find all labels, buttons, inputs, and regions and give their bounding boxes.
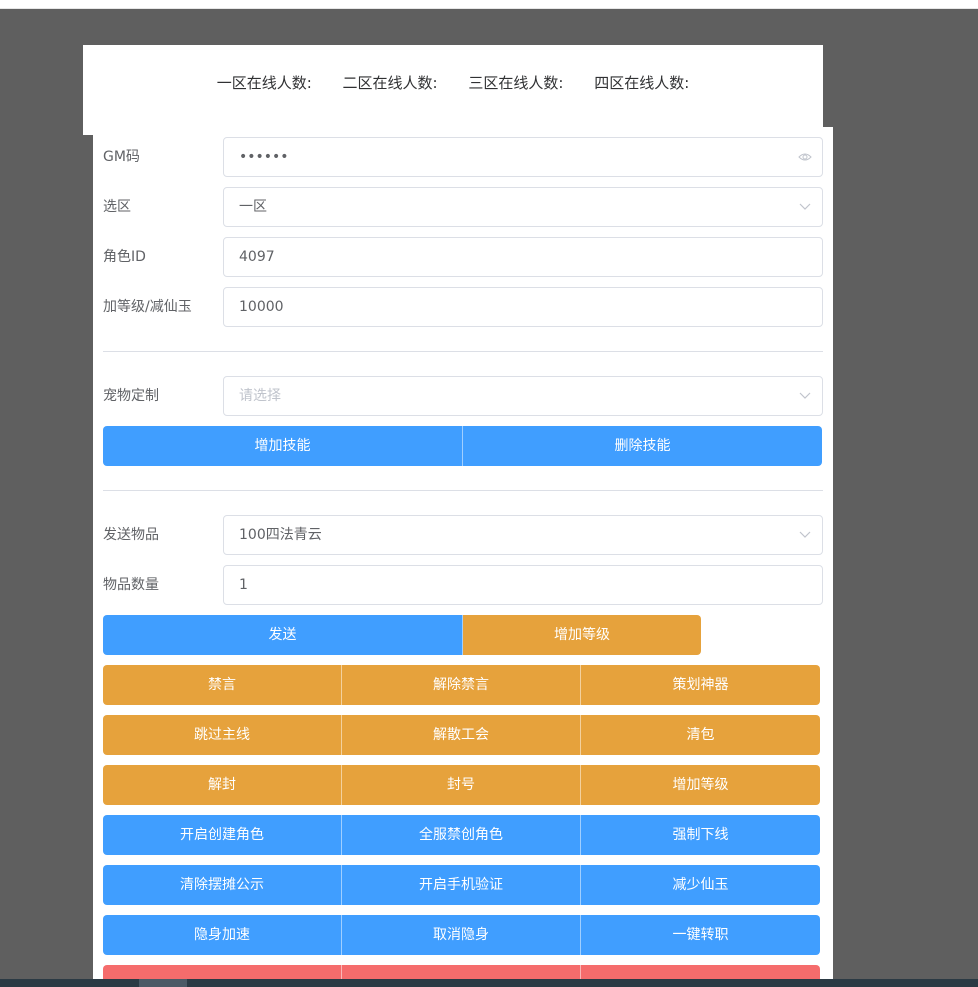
quantity-row: 物品数量 1 — [103, 565, 823, 605]
zone2-online-label: 二区在线人数: — [342, 74, 438, 92]
action-row-5: 清除摆摊公示 开启手机验证 减少仙玉 — [103, 865, 820, 905]
role-id-value: 4097 — [239, 249, 275, 265]
pet-select[interactable]: 请选择 — [223, 376, 823, 416]
pet-row: 宠物定制 请选择 — [103, 376, 823, 416]
unban-button[interactable]: 解封 — [103, 765, 342, 805]
gm-form-card: GM码 •••••• 选区 一区 角色ID 4097 加等级/减仙玉 10000 — [93, 127, 833, 987]
item-label: 发送物品 — [103, 527, 159, 543]
delete-skill-button[interactable]: 删除技能 — [463, 426, 822, 466]
gm-code-row: GM码 •••••• — [103, 137, 823, 177]
pet-placeholder: 请选择 — [239, 388, 281, 404]
item-value: 100四法青云 — [239, 527, 322, 543]
level-jade-value: 10000 — [239, 299, 284, 315]
increase-level-button[interactable]: 增加等级 — [581, 765, 820, 805]
add-skill-button[interactable]: 增加技能 — [103, 426, 463, 466]
clear-bag-button[interactable]: 清包 — [581, 715, 820, 755]
role-id-input[interactable]: 4097 — [223, 237, 823, 277]
chevron-down-icon — [798, 188, 812, 226]
role-id-row: 角色ID 4097 — [103, 237, 823, 277]
eye-icon[interactable] — [798, 138, 812, 176]
quantity-input[interactable]: 1 — [223, 565, 823, 605]
level-jade-input[interactable]: 10000 — [223, 287, 823, 327]
action-row-1: 禁言 解除禁言 策划神器 — [103, 665, 820, 705]
zone-label: 选区 — [103, 199, 131, 215]
item-row: 发送物品 100四法青云 — [103, 515, 823, 555]
browser-top-strip — [0, 0, 978, 9]
role-id-label: 角色ID — [103, 249, 146, 265]
item-select[interactable]: 100四法青云 — [223, 515, 823, 555]
reduce-jade-button[interactable]: 减少仙玉 — [581, 865, 820, 905]
taskbar — [0, 979, 978, 987]
zone1-online-label: 一区在线人数: — [216, 74, 312, 92]
taskbar-item[interactable] — [139, 979, 187, 987]
chevron-down-icon — [798, 516, 812, 554]
unmute-button[interactable]: 解除禁言 — [342, 665, 581, 705]
quantity-label: 物品数量 — [103, 577, 159, 593]
chevron-down-icon — [798, 377, 812, 415]
send-button[interactable]: 发送 — [103, 615, 463, 655]
server-ban-create-role-button[interactable]: 全服禁创角色 — [342, 815, 581, 855]
divider — [103, 490, 823, 491]
action-row-3: 解封 封号 增加等级 — [103, 765, 820, 805]
level-jade-label: 加等级/减仙玉 — [103, 299, 192, 315]
zone4-online-label: 四区在线人数: — [594, 74, 690, 92]
disband-guild-button[interactable]: 解散工会 — [342, 715, 581, 755]
designer-artifact-button[interactable]: 策划神器 — [581, 665, 820, 705]
zone-select[interactable]: 一区 — [223, 187, 823, 227]
stealth-speed-button[interactable]: 隐身加速 — [103, 915, 342, 955]
zone3-online-label: 三区在线人数: — [468, 74, 564, 92]
online-stats-card: 一区在线人数: 二区在线人数: 三区在线人数: 四区在线人数: — [83, 45, 823, 135]
cancel-stealth-button[interactable]: 取消隐身 — [342, 915, 581, 955]
action-row-6: 隐身加速 取消隐身 一键转职 — [103, 915, 820, 955]
zone-row: 选区 一区 — [103, 187, 823, 227]
skip-main-quest-button[interactable]: 跳过主线 — [103, 715, 342, 755]
online-counts-row: 一区在线人数: 二区在线人数: 三区在线人数: 四区在线人数: — [83, 72, 823, 93]
ban-account-button[interactable]: 封号 — [342, 765, 581, 805]
clear-stall-notice-button[interactable]: 清除摆摊公示 — [103, 865, 342, 905]
gm-code-input[interactable]: •••••• — [223, 137, 823, 177]
skill-button-group: 增加技能 删除技能 — [103, 426, 822, 466]
pet-label: 宠物定制 — [103, 388, 159, 404]
quantity-value: 1 — [239, 577, 248, 593]
force-offline-button[interactable]: 强制下线 — [581, 815, 820, 855]
action-row-2: 跳过主线 解散工会 清包 — [103, 715, 820, 755]
enable-create-role-button[interactable]: 开启创建角色 — [103, 815, 342, 855]
zone-value: 一区 — [239, 199, 267, 215]
gm-code-label: GM码 — [103, 149, 140, 165]
mute-button[interactable]: 禁言 — [103, 665, 342, 705]
level-jade-row: 加等级/减仙玉 10000 — [103, 287, 823, 327]
send-button-group: 发送 增加等级 — [103, 615, 701, 655]
one-click-job-change-button[interactable]: 一键转职 — [581, 915, 820, 955]
enable-phone-verify-button[interactable]: 开启手机验证 — [342, 865, 581, 905]
action-row-4: 开启创建角色 全服禁创角色 强制下线 — [103, 815, 820, 855]
divider — [103, 351, 823, 352]
gm-code-value: •••••• — [239, 149, 289, 165]
add-level-button[interactable]: 增加等级 — [463, 615, 701, 655]
